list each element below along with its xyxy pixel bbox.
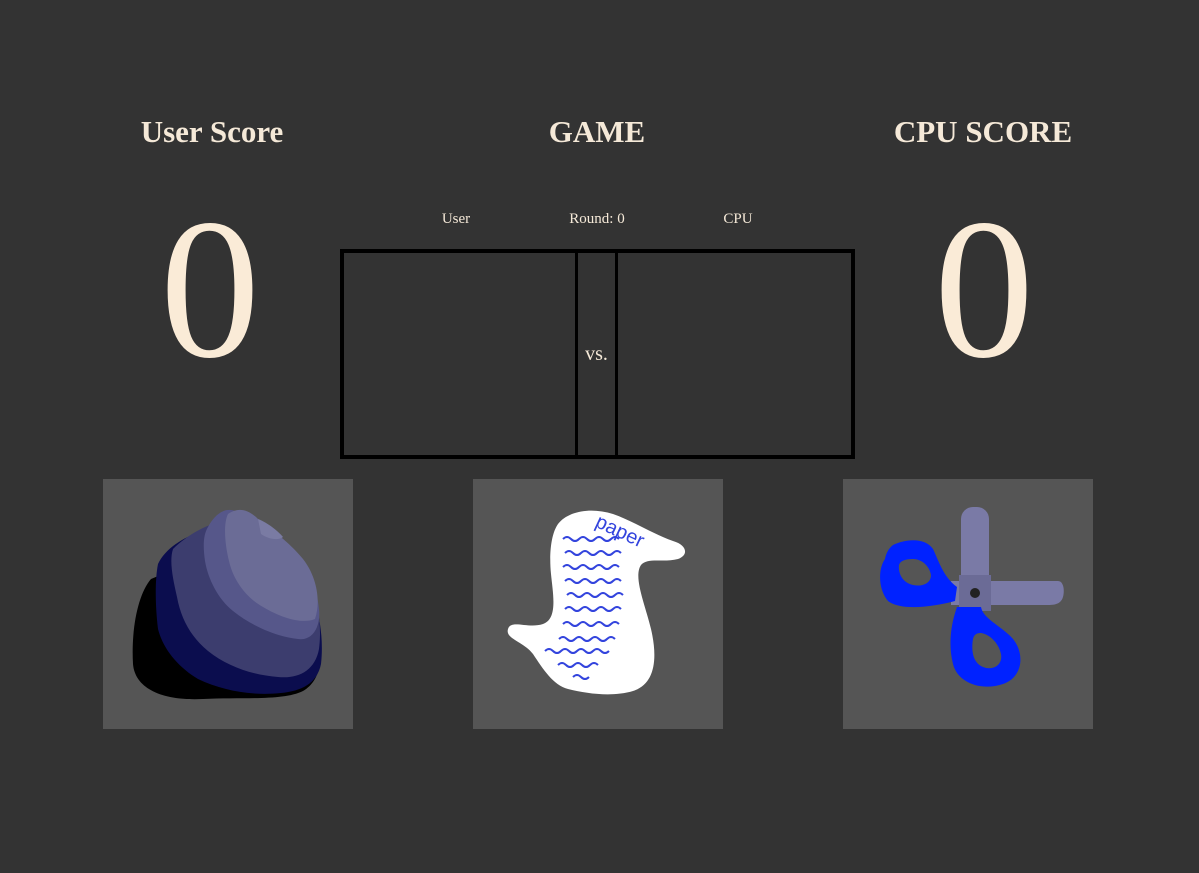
rock-icon (132, 509, 322, 700)
user-score-heading: User Score (140, 114, 284, 149)
game-screen: User Score GAME CPU SCORE 0 0 User Round… (0, 0, 1199, 873)
round-counter: Round: 0 (569, 211, 625, 227)
rock-button[interactable] (103, 479, 353, 729)
arena-cpu-label: CPU (723, 211, 753, 227)
battle-arena: vs. (340, 249, 855, 459)
cpu-score-value: 0 (934, 179, 1034, 400)
cpu-score-heading: CPU SCORE (893, 114, 1073, 149)
arena-user-label: User (441, 211, 471, 227)
vs-label: vs. (585, 342, 608, 365)
user-choice-slot (344, 253, 578, 455)
game-heading: GAME (548, 114, 646, 149)
vs-divider: vs. (578, 253, 618, 455)
cpu-choice-slot (618, 253, 851, 455)
paper-icon: paper (507, 510, 686, 695)
user-score-value: 0 (160, 179, 260, 400)
paper-button[interactable]: paper (473, 479, 723, 729)
scissors-icon (880, 507, 1064, 687)
scissors-button[interactable] (843, 479, 1093, 729)
